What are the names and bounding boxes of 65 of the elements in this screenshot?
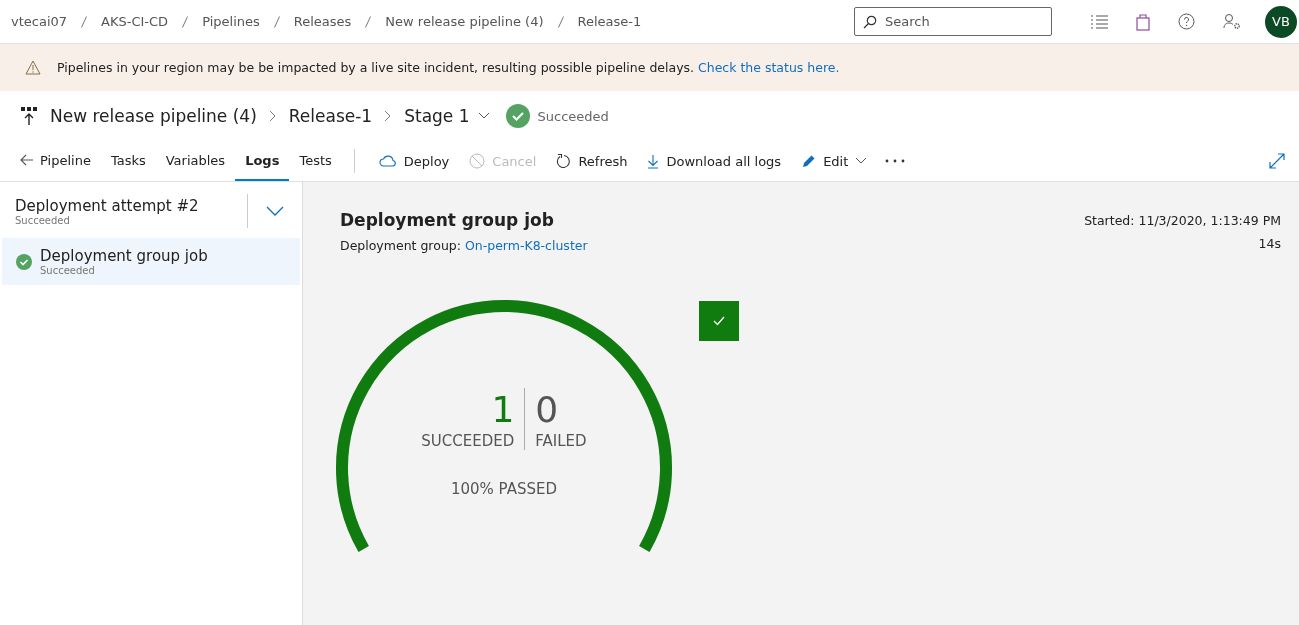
tab[interactable]: Variables	[155, 141, 236, 181]
status-link[interactable]: Check the status here.	[698, 60, 840, 75]
stage-status: Succeeded	[537, 108, 609, 124]
tab[interactable]: Tests	[289, 141, 342, 181]
started-time: Started: 11/3/2020, 1:13:49 PM	[1084, 213, 1281, 228]
edit-button[interactable]: Edit	[791, 153, 878, 169]
download-button[interactable]: Download all logs	[637, 153, 792, 169]
cancel-icon	[469, 153, 486, 169]
success-check-icon	[16, 253, 32, 270]
back-arrow-icon	[20, 154, 34, 166]
breadcrumb-link[interactable]: New release pipeline (4)	[385, 14, 544, 29]
breadcrumb-link[interactable]: Releases	[293, 14, 352, 29]
attempt-title: Deployment attempt #2	[15, 196, 200, 215]
succeeded-count: 1	[491, 388, 515, 432]
succeeded-label: SUCCEEDED	[421, 432, 515, 450]
cloud-icon	[378, 155, 397, 167]
group-label: Deployment group:	[340, 238, 461, 253]
slash-separator-icon	[365, 15, 372, 28]
attempt-status: Succeeded	[15, 214, 71, 226]
chevron-down-icon[interactable]	[266, 206, 284, 216]
search-field[interactable]: Search	[854, 7, 1052, 36]
slash-separator-icon	[81, 15, 88, 28]
breadcrumb-link[interactable]: AKS-CI-CD	[101, 14, 169, 29]
user-settings-icon[interactable]	[1223, 13, 1241, 30]
check-icon	[713, 316, 725, 326]
failed-label: FAILED	[535, 432, 587, 450]
slash-separator-icon	[557, 15, 564, 28]
user-avatar[interactable]: VB	[1265, 5, 1297, 38]
expand-icon[interactable]	[1269, 153, 1285, 169]
pencil-icon	[801, 153, 817, 169]
release-title[interactable]: Release-1	[288, 106, 373, 126]
job-title: Deployment group job	[340, 210, 555, 230]
duration: 14s	[1257, 236, 1281, 251]
tab[interactable]: Tasks	[100, 141, 156, 181]
breadcrumb-link[interactable]: Release-1	[577, 14, 642, 29]
more-icon[interactable]	[885, 159, 906, 163]
cloud-button[interactable]: Deploy	[368, 153, 460, 169]
release-pipeline-icon	[20, 106, 38, 126]
shopping-bag-icon[interactable]	[1136, 12, 1150, 31]
chevron-right-icon	[268, 110, 277, 122]
back-tab[interactable]: Pipeline	[20, 141, 101, 181]
pass-rate: 100% PASSED	[450, 480, 558, 498]
refresh-button[interactable]: Refresh	[546, 153, 638, 169]
chevron-down-icon	[855, 157, 868, 165]
failed-count: 0	[535, 388, 559, 432]
success-check-icon	[505, 104, 530, 128]
help-icon[interactable]	[1178, 13, 1195, 30]
job-list-item[interactable]: Deployment group job Succeeded	[2, 238, 300, 285]
breadcrumb-link[interactable]: vtecai07	[11, 14, 68, 29]
download-icon	[647, 153, 660, 169]
chevron-down-icon	[477, 112, 490, 120]
group-link[interactable]: On-perm-K8-cluster	[464, 238, 588, 253]
pipeline-title[interactable]: New release pipeline (4)	[50, 106, 257, 126]
tab[interactable]: Logs	[235, 141, 290, 181]
warning-icon	[25, 60, 41, 75]
stage-dropdown[interactable]: Stage 1	[404, 106, 490, 126]
search-icon	[863, 15, 877, 29]
slash-separator-icon	[273, 15, 280, 28]
job-status: Succeeded	[40, 265, 96, 276]
refresh-icon	[556, 153, 572, 169]
banner-message: Pipelines in your region may be be impacted by a live site incident, resulting possible pipeline delays. Check the status here.	[57, 60, 840, 75]
job-name: Deployment group job	[40, 247, 208, 265]
breadcrumb-link[interactable]: Pipelines	[202, 14, 260, 29]
slash-separator-icon	[182, 15, 189, 28]
chevron-right-icon	[384, 110, 393, 122]
